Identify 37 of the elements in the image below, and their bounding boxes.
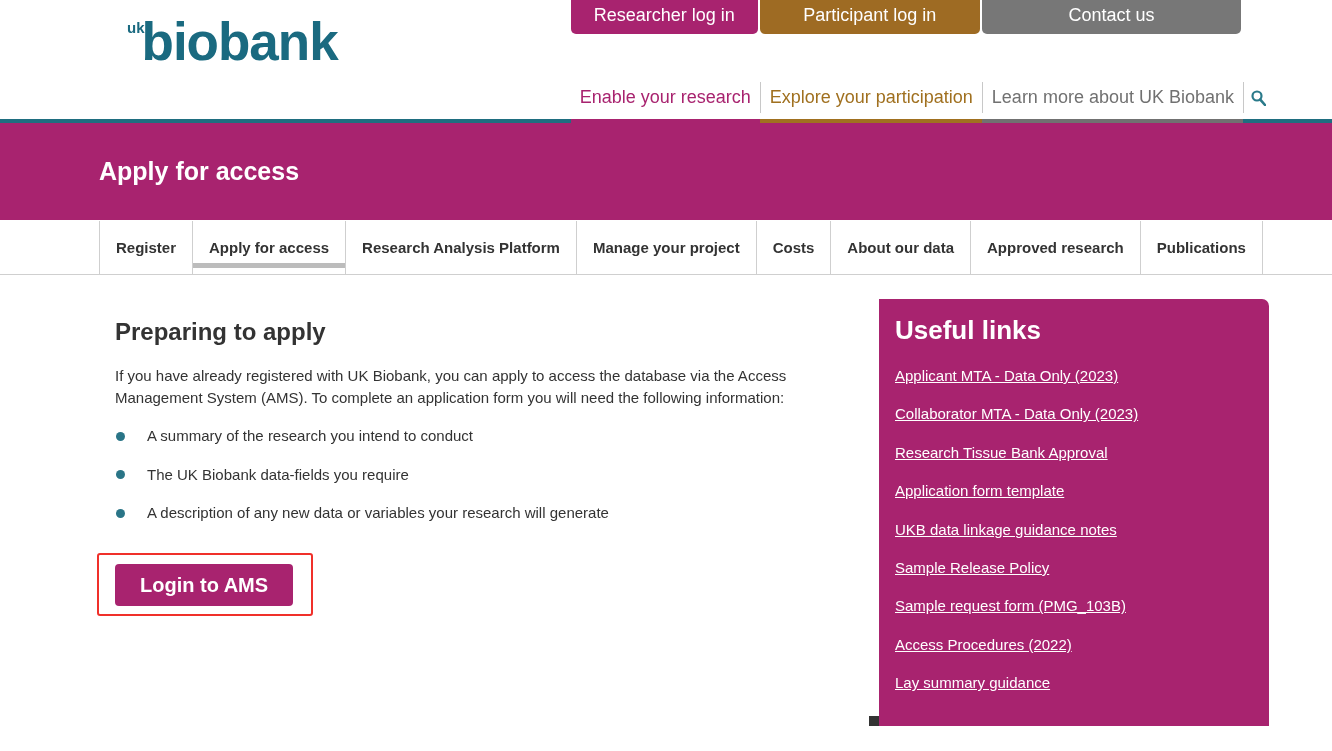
search-icon[interactable] — [1251, 89, 1266, 106]
useful-link[interactable]: Lay summary guidance — [895, 672, 1051, 695]
nav-link[interactable]: Learn more about UK Biobank — [981, 82, 1243, 113]
logo-prefix[interactable]: uk — [127, 20, 145, 36]
bullet-text: A description of any new data or variables your research will generate — [147, 503, 609, 523]
useful-link[interactable]: Applicant MTA - Data Only (2023) — [895, 365, 1119, 387]
nav-tab[interactable]: Publications — [1139, 221, 1263, 274]
bullet-dot-icon — [116, 508, 125, 518]
nav-link[interactable]: Explore your participation — [759, 82, 982, 113]
banner-title: Apply for access — [99, 157, 300, 186]
top-button[interactable]: Researcher log in — [570, 0, 758, 34]
top-button[interactable]: Participant log in — [759, 0, 980, 34]
useful-link[interactable]: Sample request form (PMG_103B) — [895, 595, 1126, 618]
nav-tab[interactable]: Manage your project — [575, 221, 756, 274]
useful-link[interactable]: Sample Release Policy — [895, 556, 1050, 579]
useful-link[interactable]: Research Tissue Bank Approval — [895, 441, 1108, 464]
section-heading: Preparing to apply — [115, 317, 327, 347]
square-marker-icon — [869, 716, 879, 726]
bullet-text: A summary of the research you intend to conduct — [147, 426, 473, 446]
nav-tab[interactable]: Register — [99, 221, 193, 274]
useful-link[interactable]: Access Procedures (2022) — [895, 633, 1072, 656]
nav-tab[interactable]: Costs — [755, 221, 831, 274]
nav-tab[interactable]: Research Analysis Platform — [345, 221, 576, 274]
top-button[interactable]: Contact us — [981, 0, 1241, 34]
bullet-text: The UK Biobank data-fields you require — [147, 464, 409, 485]
nav-tab[interactable]: Approved research — [970, 221, 1140, 274]
intro-paragraph: If you have already registered with UK Biobank, you can apply to access the database via the Access Management System (AMS). To complete an application form you will need the following information: — [115, 366, 788, 408]
login-button[interactable]: Login to AMS — [115, 564, 294, 606]
panel-title: Useful links — [895, 314, 1042, 347]
nav-tab[interactable]: About our data — [830, 221, 970, 274]
useful-link[interactable]: Collaborator MTA - Data Only (2023) — [895, 403, 1139, 426]
bullet-dot-icon — [116, 431, 125, 441]
nav-tab[interactable]: Apply for access — [192, 221, 346, 274]
bullet-dot-icon — [116, 470, 125, 479]
nav-link[interactable]: Enable your research — [570, 82, 760, 113]
useful-link[interactable]: UKB data linkage guidance notes — [895, 518, 1117, 541]
useful-link[interactable]: Application form template — [895, 480, 1065, 503]
